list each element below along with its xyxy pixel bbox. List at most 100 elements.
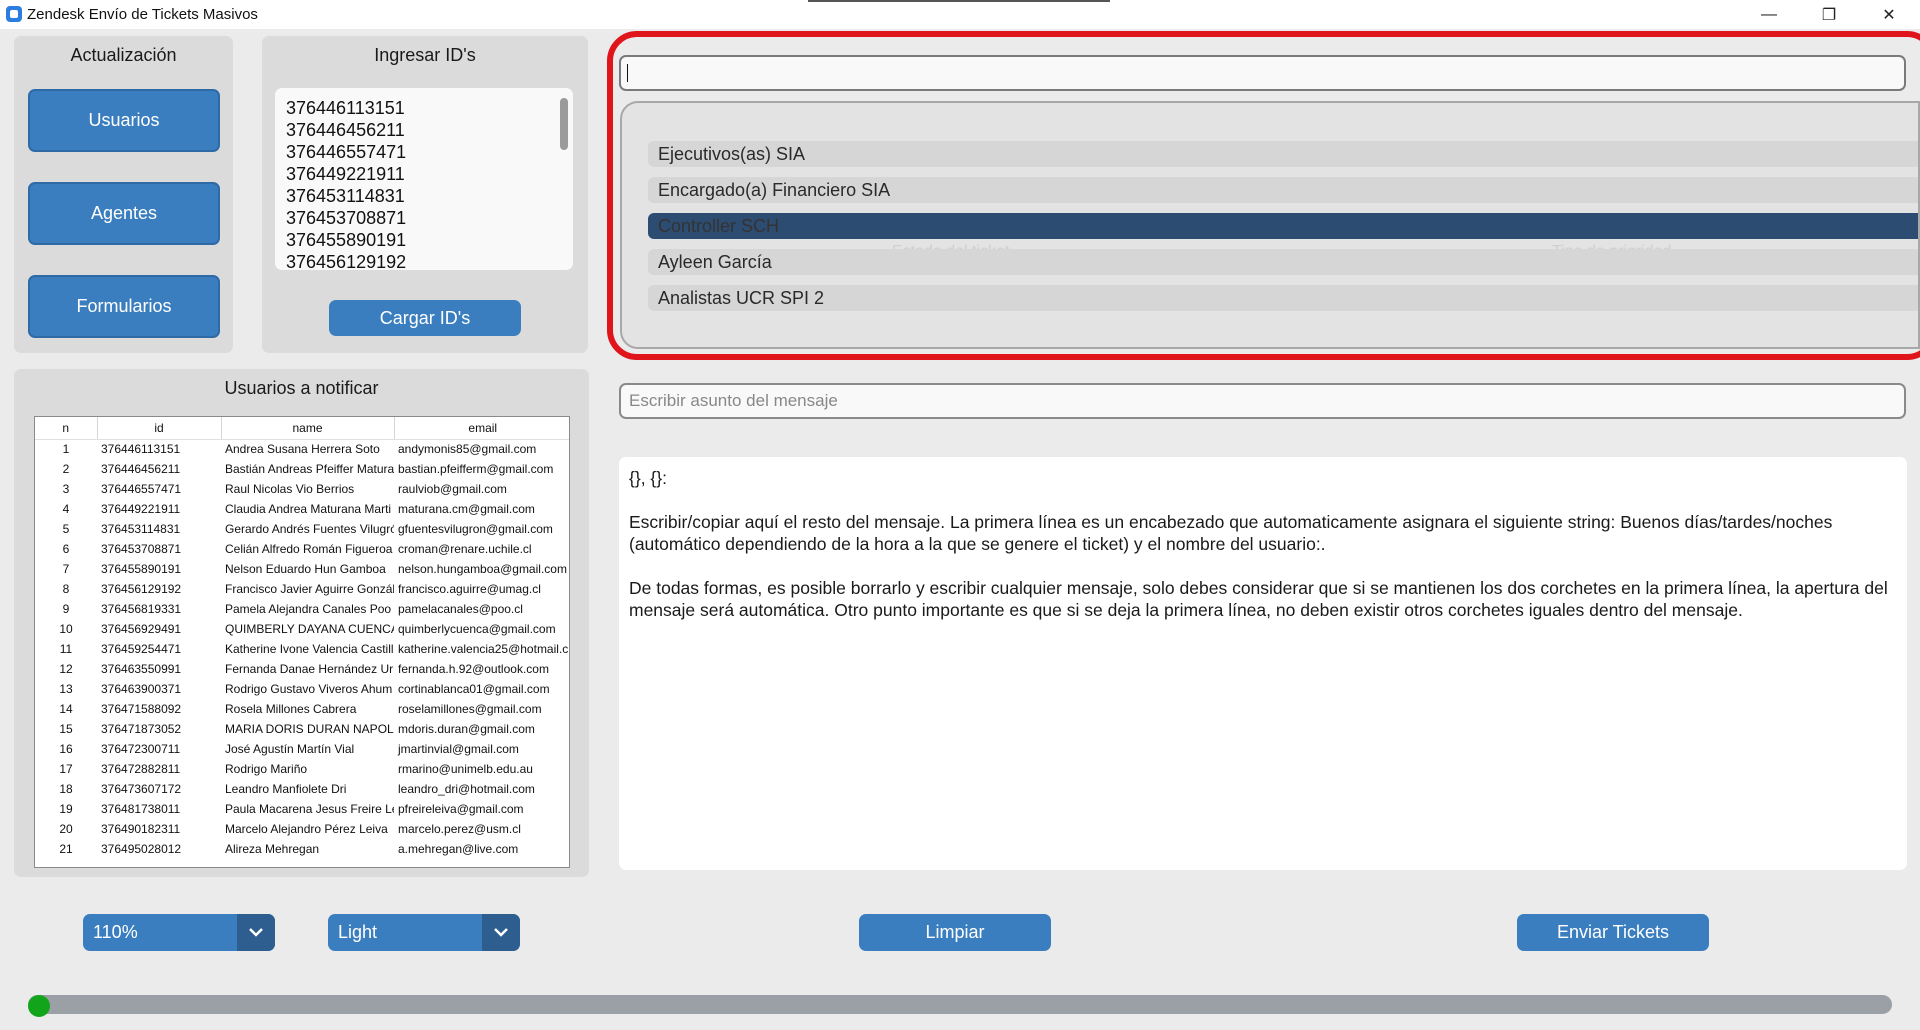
id-line: 376449221911 (286, 164, 405, 184)
table-cell-n: 2 (62, 462, 70, 476)
id-line: 376453114831 (286, 186, 405, 206)
chevron-down-icon[interactable] (482, 914, 520, 951)
table-cell-name: Rodrigo Gustavo Viveros Ahum (225, 682, 393, 696)
table-cell-email: katherine.valencia25@hotmail.c (398, 642, 569, 656)
table-row[interactable]: 5 376453114831 Gerardo Andrés Fuentes Vilu… (35, 519, 569, 539)
users-panel: Usuarios a notificar n id name email 1 37… (14, 369, 589, 877)
dropdown-option-selected[interactable]: Controller SCH (648, 213, 1918, 239)
table-cell-name: Rodrigo Mariño (225, 762, 308, 776)
table-row[interactable]: 12 376463550991 Fernanda Danae Hernández U… (35, 659, 569, 679)
table-cell-n: 5 (62, 522, 70, 536)
table-cell-id: 376459254471 (101, 642, 182, 656)
message-textarea[interactable]: {}, {}: Escribir/copiar aquí el resto de… (619, 457, 1907, 870)
table-cell-name: Raul Nicolas Vio Berrios (225, 482, 355, 496)
table-cell-id: 376456929491 (101, 622, 182, 636)
load-ids-button[interactable]: Cargar ID's (329, 300, 521, 336)
table-cell-id: 376495028012 (101, 842, 182, 856)
users-update-button[interactable]: Usuarios (28, 89, 220, 152)
minimize-button[interactable]: — (1746, 0, 1792, 29)
table-row[interactable]: 16 376472300711 José Agustín Martín Vial jm… (35, 739, 569, 759)
ids-scrollbar[interactable] (560, 98, 568, 150)
id-line: 376453708871 (286, 208, 407, 228)
table-cell-email: nelson.hungamboa@gmail.com (398, 562, 567, 576)
message-paragraph: De todas formas, es posible borrarlo y e… (629, 578, 1888, 620)
table-cell-email: roselamillones@gmail.com (398, 702, 542, 716)
table-cell-id: 376481738011 (101, 802, 181, 816)
group-search-input[interactable] (619, 55, 1906, 91)
agents-update-button[interactable]: Agentes (28, 182, 220, 245)
message-paragraph: Escribir/copiar aquí el resto del mensaj… (629, 512, 1833, 554)
table-cell-n: 12 (59, 662, 73, 676)
close-button[interactable]: ✕ (1866, 0, 1912, 29)
users-table: n id name email 1 376446113151 Andrea Susa… (34, 416, 570, 868)
table-header-row: n id name email (35, 417, 569, 440)
table-cell-n: 4 (62, 502, 70, 516)
table-cell-email: cortinablanca01@gmail.com (398, 682, 550, 696)
clear-button[interactable]: Limpiar (859, 914, 1051, 951)
table-cell-email: croman@renare.uchile.cl (398, 542, 532, 556)
table-row[interactable]: 7 376455890191 Nelson Eduardo Hun Gamboa ne… (35, 559, 569, 579)
table-row[interactable]: 19 376481738011 Paula Macarena Jesus Freir… (35, 799, 569, 819)
table-cell-id: 376455890191 (101, 562, 182, 576)
table-row[interactable]: 10 376456929491 QUIMBERLY DAYANA CUENCA qui… (35, 619, 569, 639)
dropdown-option[interactable]: Encargado(a) Financiero SIA (648, 177, 1918, 203)
table-cell-name: Katherine Ivone Valencia Castill (225, 642, 394, 656)
subject-input[interactable]: Escribir asunto del mensaje (619, 383, 1906, 419)
table-cell-name: MARIA DORIS DURAN NAPOLI (225, 722, 394, 736)
table-cell-id: 376473607172 (101, 782, 182, 796)
table-cell-name: Marcelo Alejandro Pérez Leiva (225, 822, 388, 836)
table-row[interactable]: 1 376446113151 Andrea Susana Herrera Soto a… (35, 439, 569, 459)
table-row[interactable]: 13 376463900371 Rodrigo Gustavo Viveros Ah… (35, 679, 569, 699)
table-row[interactable]: 6 376453708871 Celián Alfredo Román Figuer… (35, 539, 569, 559)
table-row[interactable]: 14 376471588092 Rosela Millones Cabrera ros… (35, 699, 569, 719)
dropdown-option[interactable]: Ejecutivos(as) SIA (648, 141, 1918, 167)
table-row[interactable]: 21 376495028012 Alireza Mehregan a.mehregan… (35, 839, 569, 859)
column-header-email[interactable]: email (393, 417, 569, 440)
table-row[interactable]: 2 376446456211 Bastián Andreas Pfeiffer Ma… (35, 459, 569, 479)
table-cell-name: Claudia Andrea Maturana Marti (225, 502, 392, 516)
id-line: 376456129192 (286, 252, 407, 270)
table-cell-id: 376446456211 (101, 462, 181, 476)
theme-select[interactable]: Light (328, 914, 520, 951)
table-row[interactable]: 11 376459254471 Katherine Ivone Valencia C… (35, 639, 569, 659)
table-cell-name: Andrea Susana Herrera Soto (225, 442, 380, 457)
send-tickets-button[interactable]: Enviar Tickets (1517, 914, 1709, 951)
table-row[interactable]: 20 376490182311 Marcelo Alejandro Pérez Le… (35, 819, 569, 839)
table-cell-email: leandro_dri@hotmail.com (398, 782, 535, 796)
chevron-down-icon[interactable] (237, 914, 275, 951)
table-cell-email: pfreireleiva@gmail.com (398, 802, 524, 816)
table-row[interactable]: 9 376456819331 Pamela Alejandra Canales Po… (35, 599, 569, 619)
column-header-id[interactable]: id (96, 417, 221, 440)
table-cell-email: francisco.aguirre@umag.cl (398, 582, 541, 596)
forms-update-button[interactable]: Formularios (28, 275, 220, 338)
table-row[interactable]: 17 376472882811 Rodrigo Mariño rmarino@unim… (35, 759, 569, 779)
restore-button[interactable]: ❐ (1806, 0, 1852, 29)
table-row[interactable]: 15 376471873052 MARIA DORIS DURAN NAPOLI md… (35, 719, 569, 739)
column-header-n[interactable]: n (35, 417, 97, 440)
table-cell-id: 376453708871 (101, 542, 182, 556)
table-cell-name: Pamela Alejandra Canales Poo (225, 602, 392, 616)
table-cell-n: 9 (62, 602, 70, 616)
column-header-name[interactable]: name (220, 417, 394, 440)
table-row[interactable]: 3 376446557471 Raul Nicolas Vio Berrios rau… (35, 479, 569, 499)
table-row[interactable]: 4 376449221911 Claudia Andrea Maturana Mar… (35, 499, 569, 519)
zoom-select[interactable]: 110% (83, 914, 275, 951)
ids-panel-title: Ingresar ID's (374, 45, 476, 65)
ids-panel: Ingresar ID's 376446113151 376446456211 … (262, 36, 588, 353)
app-window: Zendesk Envío de Tickets Masivos — ❐ ✕ A… (0, 0, 1920, 1030)
table-row[interactable]: 18 376473607172 Leandro Manfiolete Dri lean… (35, 779, 569, 799)
table-cell-id: 376446557471 (101, 482, 182, 496)
ids-textarea[interactable]: 376446113151 376446456211 376446557471 3… (275, 88, 573, 270)
table-cell-name: Bastián Andreas Pfeiffer Matura (225, 462, 394, 476)
id-line: 376446113151 (286, 98, 405, 118)
table-cell-id: 376463900371 (101, 682, 182, 696)
table-row[interactable]: 8 376456129192 Francisco Javier Aguirre Go… (35, 579, 569, 599)
table-cell-email: maturana.cm@gmail.com (398, 502, 535, 516)
dropdown-option[interactable]: Analistas UCR SPI 2 (648, 285, 1918, 311)
zoom-select-value: 110% (93, 922, 138, 942)
table-cell-n: 1 (62, 442, 70, 457)
table-cell-name: Paula Macarena Jesus Freire Lei (225, 802, 394, 816)
table-cell-email: fernanda.h.92@outlook.com (398, 662, 549, 676)
dropdown-option[interactable]: Ayleen García (648, 249, 1918, 275)
table-cell-n: 6 (62, 542, 70, 556)
